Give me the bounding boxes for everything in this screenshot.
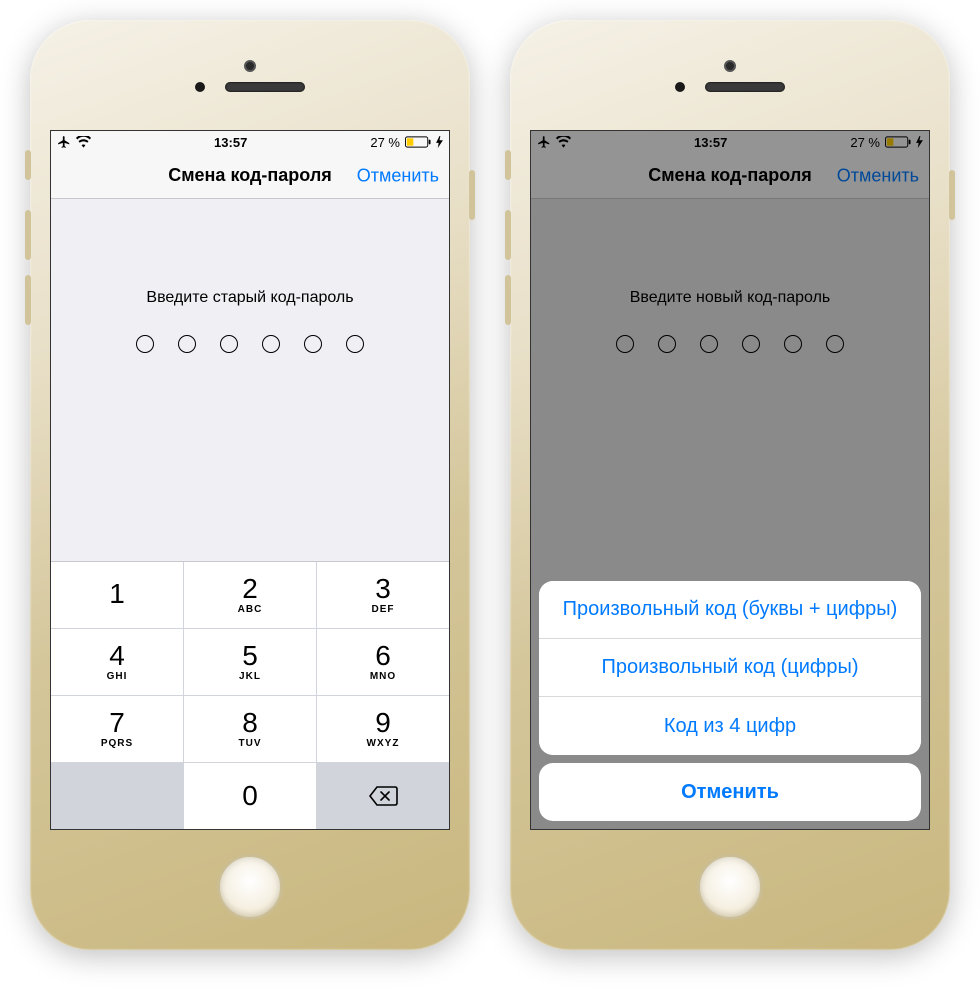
front-camera: [724, 60, 736, 72]
mute-switch: [505, 150, 511, 180]
action-sheet-options: Произвольный код (буквы + цифры) Произво…: [539, 581, 921, 755]
passcode-dot: [262, 335, 280, 353]
passcode-dot: [178, 335, 196, 353]
passcode-dot: [346, 335, 364, 353]
passcode-dot: [784, 335, 802, 353]
status-bar: 13:57 27 %: [51, 131, 449, 153]
keypad-key-2[interactable]: 2ABC: [184, 562, 316, 628]
phone-pair: 13:57 27 % Смена код-пароля Отменить: [0, 0, 980, 970]
keypad-key-3[interactable]: 3DEF: [317, 562, 449, 628]
screen-right: 13:57 27 % Смена код-пароля Отменить Вве…: [530, 130, 930, 830]
nav-bar: Смена код-пароля Отменить: [531, 153, 929, 199]
passcode-dot: [136, 335, 154, 353]
nav-bar: Смена код-пароля Отменить: [51, 153, 449, 199]
battery-percent: 27 %: [850, 135, 880, 150]
option-alphanumeric-code[interactable]: Произвольный код (буквы + цифры): [539, 581, 921, 639]
airplane-mode-icon: [537, 135, 551, 149]
nav-title: Смена код-пароля: [648, 165, 812, 186]
volume-up-button: [25, 210, 31, 260]
front-camera: [244, 60, 256, 72]
passcode-dot: [220, 335, 238, 353]
passcode-dot: [742, 335, 760, 353]
passcode-dots: [616, 335, 844, 353]
status-bar: 13:57 27 %: [531, 131, 929, 153]
action-sheet-cancel-button[interactable]: Отменить: [539, 763, 921, 821]
keypad-key-0[interactable]: 0: [184, 763, 316, 829]
screen-left: 13:57 27 % Смена код-пароля Отменить: [50, 130, 450, 830]
passcode-dot: [826, 335, 844, 353]
wifi-icon: [556, 136, 571, 148]
battery-percent: 27 %: [370, 135, 400, 150]
keypad-key-1[interactable]: 1: [51, 562, 183, 628]
status-time: 13:57: [694, 135, 727, 150]
keypad-key-blank: [51, 763, 183, 829]
passcode-dot: [658, 335, 676, 353]
airplane-mode-icon: [57, 135, 71, 149]
earpiece-speaker: [705, 82, 785, 92]
passcode-prompt-area: Введите старый код-пароль: [51, 199, 449, 561]
backspace-icon: [368, 785, 398, 807]
keypad-key-4[interactable]: 4GHI: [51, 629, 183, 695]
charging-icon: [436, 136, 443, 148]
passcode-dot: [700, 335, 718, 353]
keypad-key-9[interactable]: 9WXYZ: [317, 696, 449, 762]
passcode-dot: [304, 335, 322, 353]
proximity-sensor: [675, 82, 685, 92]
phone-left: 13:57 27 % Смена код-пароля Отменить: [30, 20, 470, 950]
keypad-key-6[interactable]: 6MNO: [317, 629, 449, 695]
battery-icon: [885, 136, 911, 148]
option-numeric-code[interactable]: Произвольный код (цифры): [539, 639, 921, 697]
earpiece-speaker: [225, 82, 305, 92]
status-time: 13:57: [214, 135, 247, 150]
power-button: [949, 170, 955, 220]
passcode-dot: [616, 335, 634, 353]
keypad-key-5[interactable]: 5JKL: [184, 629, 316, 695]
volume-down-button: [25, 275, 31, 325]
phone-right: 13:57 27 % Смена код-пароля Отменить Вве…: [510, 20, 950, 950]
proximity-sensor: [195, 82, 205, 92]
wifi-icon: [76, 136, 91, 148]
passcode-dots: [136, 335, 364, 353]
option-4-digit-code[interactable]: Код из 4 цифр: [539, 697, 921, 755]
volume-down-button: [505, 275, 511, 325]
keypad-key-7[interactable]: 7PQRS: [51, 696, 183, 762]
nav-title: Смена код-пароля: [168, 165, 332, 186]
power-button: [469, 170, 475, 220]
prompt-text: Введите новый код-пароль: [630, 289, 831, 307]
battery-icon: [405, 136, 431, 148]
home-button[interactable]: [697, 854, 763, 920]
nav-cancel-button[interactable]: Отменить: [837, 165, 919, 186]
top-sensors: [30, 60, 470, 92]
prompt-text: Введите старый код-пароль: [146, 289, 353, 307]
passcode-options-action-sheet: Произвольный код (буквы + цифры) Произво…: [539, 581, 921, 821]
top-sensors: [510, 60, 950, 92]
mute-switch: [25, 150, 31, 180]
charging-icon: [916, 136, 923, 148]
keypad-backspace[interactable]: [317, 763, 449, 829]
volume-up-button: [505, 210, 511, 260]
nav-cancel-button[interactable]: Отменить: [357, 165, 439, 186]
home-button[interactable]: [217, 854, 283, 920]
numeric-keypad: 1 2ABC 3DEF 4GHI 5JKL 6MNO 7PQRS 8TUV 9W…: [51, 561, 449, 829]
keypad-key-8[interactable]: 8TUV: [184, 696, 316, 762]
